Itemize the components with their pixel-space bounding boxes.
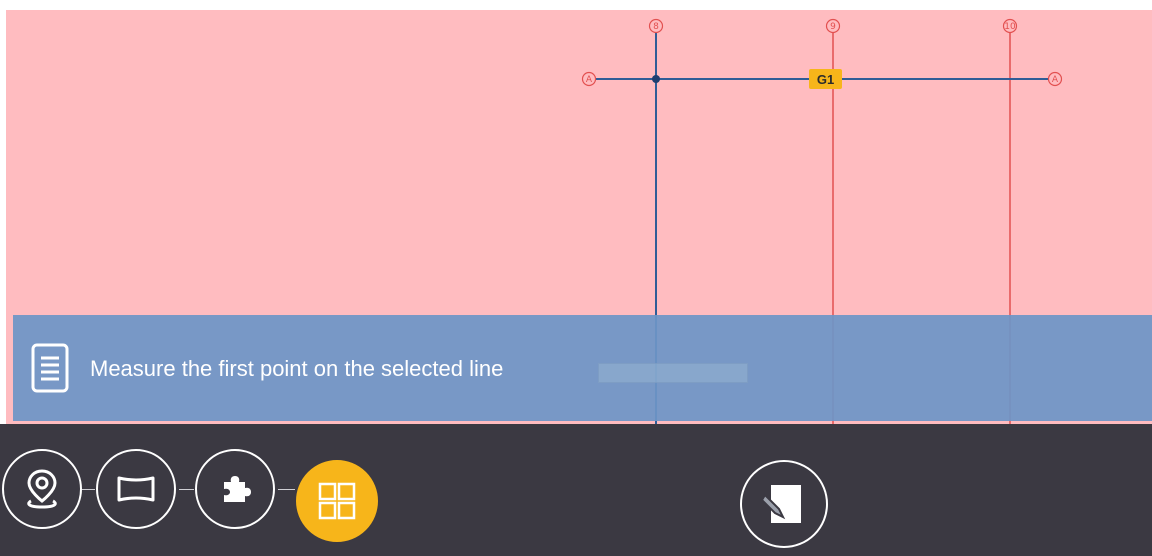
svg-text:10: 10 bbox=[1004, 22, 1016, 32]
location-pin-button[interactable] bbox=[2, 449, 82, 529]
grid-bubble-8[interactable]: 8 bbox=[648, 18, 664, 34]
instruction-banner: Measure the first point on the selected … bbox=[13, 315, 1152, 421]
toolbar-connector bbox=[179, 489, 194, 490]
grid-bubble-10[interactable]: 10 bbox=[1002, 18, 1018, 34]
svg-text:A: A bbox=[1052, 75, 1059, 85]
svg-text:8: 8 bbox=[653, 22, 659, 32]
grid-bubble-9[interactable]: 9 bbox=[825, 18, 841, 34]
notepad-pencil-icon bbox=[763, 485, 801, 523]
svg-text:9: 9 bbox=[830, 22, 836, 32]
selected-line-tag[interactable]: G1 bbox=[809, 69, 842, 89]
view-frame-button[interactable] bbox=[96, 449, 176, 529]
location-pin-icon bbox=[27, 469, 57, 509]
puzzle-icon bbox=[224, 476, 251, 502]
notes-button[interactable] bbox=[740, 460, 828, 548]
toolbar-connector bbox=[82, 489, 95, 490]
document-icon bbox=[31, 343, 69, 393]
plugin-button[interactable] bbox=[195, 449, 275, 529]
view-frame-icon bbox=[117, 476, 155, 502]
svg-text:A: A bbox=[586, 75, 593, 85]
svg-text:G1: G1 bbox=[817, 72, 834, 87]
grid-bubble-a-left[interactable]: A bbox=[581, 71, 597, 87]
background-field-ghost bbox=[598, 363, 748, 383]
grid-intersection-point[interactable] bbox=[652, 75, 660, 83]
grid-layout-icon bbox=[318, 482, 356, 520]
bottom-toolbar bbox=[0, 424, 1152, 556]
grid-bubble-a-right[interactable]: A bbox=[1047, 71, 1063, 87]
instruction-text: Measure the first point on the selected … bbox=[90, 356, 504, 381]
toolbar-connector bbox=[278, 489, 295, 490]
grid-layout-button[interactable] bbox=[296, 460, 378, 542]
